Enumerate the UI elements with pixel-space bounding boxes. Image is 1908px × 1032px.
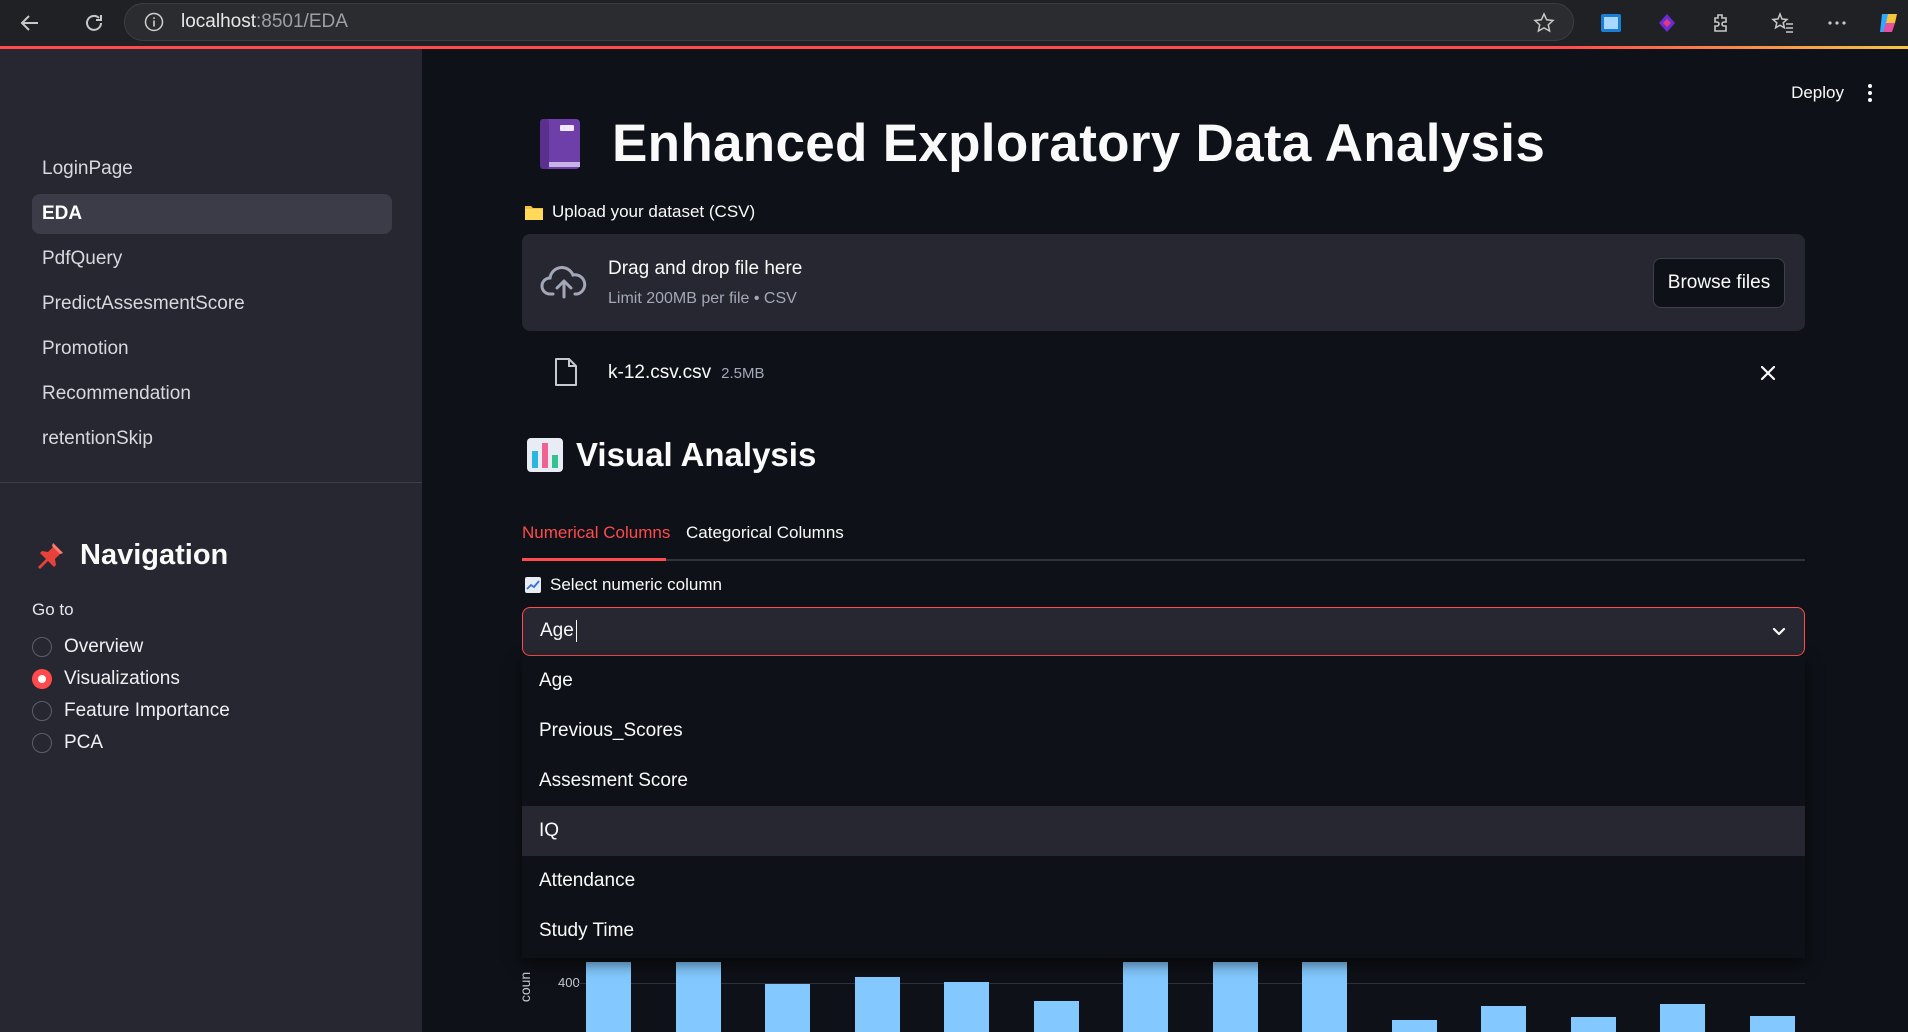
radio-circle[interactable] [32, 733, 52, 753]
sidebar-item-promotion[interactable]: Promotion [32, 329, 392, 369]
histogram-bar [1570, 1017, 1616, 1032]
analysis-tabs: Numerical Columns Categorical Columns [522, 509, 1805, 561]
extension-diamond-icon[interactable] [1652, 8, 1682, 38]
histogram-bar [1033, 1001, 1079, 1032]
histogram-bar [1660, 1004, 1705, 1032]
select-label: Select numeric column [524, 575, 722, 595]
sidebar-item-loginpage[interactable]: LoginPage [32, 149, 392, 189]
radio-overview[interactable]: Overview [32, 631, 230, 663]
radio-circle[interactable] [32, 701, 52, 721]
histogram-bar [675, 962, 721, 1032]
sidebar-item-recommendation[interactable]: Recommendation [32, 374, 392, 414]
sidebar-item-label: retentionSkip [42, 428, 153, 449]
folder-icon [525, 206, 543, 220]
book-icon [540, 118, 580, 169]
pushpin-icon [38, 542, 63, 569]
sidebar-item-predictassesmentscore[interactable]: PredictAssesmentScore [32, 284, 392, 324]
file-icon [555, 358, 577, 386]
upload-label: Upload your dataset (CSV) [524, 202, 755, 222]
histogram-bar [1481, 1006, 1526, 1032]
sidebar-item-eda[interactable]: EDA [32, 194, 392, 234]
browser-toolbar: localhost:8501/EDA [0, 0, 1908, 46]
sidebar-item-label: Promotion [42, 338, 129, 359]
chevron-down-icon[interactable] [1770, 622, 1788, 640]
histogram-bar [1391, 1020, 1437, 1032]
radio-label: Feature Importance [64, 700, 230, 721]
select-value[interactable]: Age [540, 620, 578, 643]
favorite-star-icon[interactable] [1533, 12, 1555, 39]
reload-icon[interactable] [74, 3, 114, 43]
option-attendance[interactable]: Attendance [522, 856, 1805, 906]
option-previous-scores[interactable]: Previous_Scores [522, 706, 1805, 756]
screenshot-extension-icon[interactable] [1596, 8, 1626, 38]
radio-visualizations[interactable]: Visualizations [32, 663, 230, 695]
histogram-chart: coun 400 [517, 949, 1805, 1032]
section-title: Visual Analysis [526, 436, 816, 474]
goto-radio-group: Overview Visualizations Feature Importan… [32, 631, 230, 759]
histogram-bar [1123, 962, 1168, 1032]
cloud-upload-icon [540, 266, 587, 299]
main-menu-icon[interactable] [1866, 83, 1874, 108]
sidebar-item-label: Recommendation [42, 383, 191, 404]
bar-chart-icon [527, 438, 563, 472]
sidebar-item-label: EDA [42, 203, 83, 224]
main-content: Deploy Enhanced Exploratory Data Analysi… [422, 49, 1908, 1032]
dropzone-title: Drag and drop file here [608, 258, 803, 279]
histogram-bar [586, 962, 631, 1032]
histogram-bar [1749, 1016, 1795, 1032]
option-age[interactable]: Age [522, 656, 1805, 706]
site-info-icon[interactable] [143, 11, 165, 33]
numeric-column-select[interactable]: Age [522, 607, 1805, 656]
radio-circle[interactable] [32, 637, 52, 657]
histogram-bar [765, 984, 810, 1032]
dropzone-subtitle: Limit 200MB per file • CSV [608, 290, 797, 307]
histogram-bar [944, 982, 989, 1032]
more-options-icon[interactable] [1822, 8, 1852, 38]
tab-numerical-columns[interactable]: Numerical Columns [522, 523, 670, 543]
extensions-puzzle-icon[interactable] [1706, 8, 1736, 38]
option-study-time[interactable]: Study Time [522, 906, 1805, 956]
favorites-icon[interactable] [1768, 8, 1798, 38]
radio-label: Overview [64, 636, 144, 657]
uploaded-file-row: k-12.csv.csv 2.5MB [522, 345, 1805, 403]
close-icon[interactable] [1759, 364, 1777, 382]
option-assesment-score[interactable]: Assesment Score [522, 756, 1805, 806]
histogram-bar [854, 977, 900, 1032]
page-nav: LoginPage EDA PdfQuery PredictAssesmentS… [32, 149, 392, 464]
browse-files-button[interactable]: Browse files [1653, 258, 1785, 308]
radio-label: Visualizations [64, 668, 180, 689]
radio-label: PCA [64, 732, 104, 753]
histogram-bar [1212, 962, 1258, 1032]
sidebar-item-retentionskip[interactable]: retentionSkip [32, 419, 392, 459]
sidebar-item-pdfquery[interactable]: PdfQuery [32, 239, 392, 279]
address-bar[interactable]: localhost:8501/EDA [124, 3, 1574, 41]
file-size: 2.5MB [721, 365, 765, 382]
deploy-button[interactable]: Deploy [1791, 83, 1844, 103]
goto-label: Go to [32, 600, 74, 619]
tab-categorical-columns[interactable]: Categorical Columns [686, 523, 844, 543]
navigation-heading: Navigation [34, 539, 228, 572]
copilot-icon[interactable] [1874, 8, 1904, 38]
radio-feature-importance[interactable]: Feature Importance [32, 695, 230, 727]
file-name: k-12.csv.csv 2.5MB [608, 362, 765, 383]
text-cursor [575, 620, 578, 643]
sidebar: LoginPage EDA PdfQuery PredictAssesmentS… [0, 49, 422, 1032]
option-iq[interactable]: IQ [522, 806, 1805, 856]
sidebar-item-label: PredictAssesmentScore [42, 293, 245, 314]
y-gridline [576, 983, 1805, 984]
radio-pca[interactable]: PCA [32, 727, 230, 759]
chart-increasing-icon [525, 577, 541, 593]
back-icon[interactable] [10, 3, 50, 43]
file-dropzone[interactable]: Drag and drop file here Limit 200MB per … [522, 234, 1805, 331]
radio-circle[interactable] [32, 669, 52, 689]
select-dropdown-list: Age Previous_Scores Assesment Score IQ A… [522, 656, 1805, 958]
sidebar-item-label: LoginPage [42, 158, 133, 179]
sidebar-item-label: PdfQuery [42, 248, 123, 269]
active-tab-indicator [522, 558, 666, 561]
url-text: localhost:8501/EDA [181, 11, 348, 32]
page-title: Enhanced Exploratory Data Analysis [536, 113, 1545, 174]
y-axis-label: coun [517, 971, 534, 1003]
sidebar-divider [0, 482, 422, 483]
histogram-bar [1302, 962, 1347, 1032]
